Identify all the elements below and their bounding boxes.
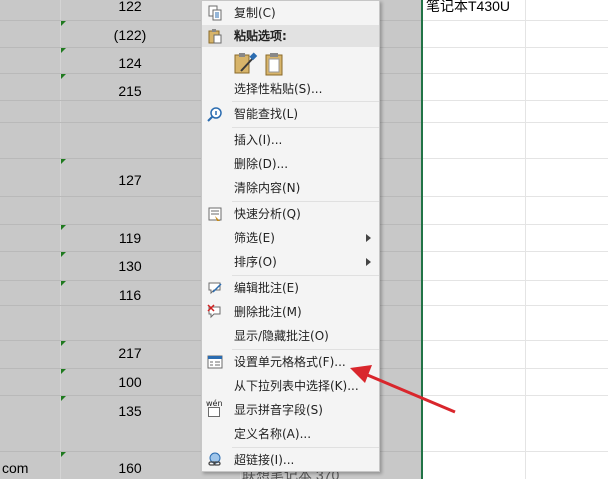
menu-label: 筛选(E) <box>234 231 275 245</box>
row-divider <box>423 196 608 197</box>
error-indicator <box>61 159 66 164</box>
format-cells-icon <box>207 355 223 369</box>
menu-label: 清除内容(N) <box>234 181 301 195</box>
menu-label: 复制(C) <box>234 6 276 20</box>
menu-item-show-phonetic[interactable]: wén 显示拼音字段(S) <box>202 398 379 422</box>
row-divider <box>423 280 608 281</box>
submenu-arrow-icon <box>366 234 371 242</box>
menu-item-filter[interactable]: 筛选(E) <box>202 226 379 250</box>
smart-lookup-icon <box>207 107 222 122</box>
row-divider <box>423 451 608 452</box>
menu-label: 从下拉列表中选择(K)... <box>234 379 359 393</box>
row-divider <box>423 73 608 74</box>
paste-options-header: 粘贴选项: <box>202 25 379 47</box>
row-divider <box>423 305 608 306</box>
row-divider <box>423 47 608 48</box>
cell-text[interactable]: com <box>2 459 28 477</box>
row-divider <box>423 100 608 101</box>
cell-value[interactable]: 122 <box>60 0 200 15</box>
row-divider <box>423 251 608 252</box>
menu-label: 插入(I)... <box>234 133 283 147</box>
row-divider <box>423 395 608 396</box>
menu-label: 快速分析(Q) <box>234 207 301 221</box>
hyperlink-icon <box>208 452 221 466</box>
copy-icon <box>208 5 222 21</box>
edit-comment-icon <box>208 282 222 295</box>
menu-item-define-name[interactable]: 定义名称(A)... <box>202 422 379 446</box>
menu-item-delete-comment[interactable]: 删除批注(M) <box>202 300 379 324</box>
menu-label: 超链接(I)... <box>234 453 295 467</box>
phonetic-icon-box <box>208 407 220 417</box>
menu-item-copy[interactable]: 复制(C) <box>202 1 379 25</box>
menu-item-show-hide-comments[interactable]: 显示/隐藏批注(O) <box>202 324 379 348</box>
column-divider <box>525 0 526 479</box>
menu-label: 删除(D)... <box>234 157 289 171</box>
cell-value[interactable]: 217 <box>60 344 200 362</box>
paste-formatting-icon[interactable] <box>232 51 258 77</box>
cell-value[interactable]: 215 <box>60 82 200 100</box>
cell-value[interactable]: 127 <box>60 171 200 189</box>
paste-option-buttons <box>232 51 292 77</box>
menu-item-insert[interactable]: 插入(I)... <box>202 128 379 152</box>
menu-label: 编辑批注(E) <box>234 281 299 295</box>
submenu-arrow-icon <box>366 258 371 266</box>
cell-value[interactable]: 160 <box>60 459 200 477</box>
menu-item-delete[interactable]: 删除(D)... <box>202 152 379 176</box>
menu-label: 显示拼音字段(S) <box>234 403 323 417</box>
menu-label: 排序(O) <box>234 255 277 269</box>
cell-value[interactable]: 116 <box>60 286 200 304</box>
row-divider <box>423 158 608 159</box>
unselected-column[interactable] <box>423 0 608 479</box>
delete-comment-icon <box>207 304 221 319</box>
menu-item-sort[interactable]: 排序(O) <box>202 250 379 274</box>
menu-label: 设置单元格格式(F)... <box>234 355 346 369</box>
cell-value[interactable]: 119 <box>60 229 200 247</box>
selection-border <box>421 0 423 479</box>
cell-value[interactable]: (122) <box>60 26 200 44</box>
paste-icon[interactable] <box>262 51 288 77</box>
clipboard-icon <box>208 29 222 44</box>
menu-label: 显示/隐藏批注(O) <box>234 329 329 343</box>
menu-item-smart-lookup[interactable]: 智能查找(L) <box>202 102 379 126</box>
menu-label: 粘贴选项: <box>234 29 287 43</box>
menu-label: 删除批注(M) <box>234 305 302 319</box>
row-divider <box>423 368 608 369</box>
error-indicator <box>61 48 66 53</box>
menu-item-format-cells[interactable]: 设置单元格格式(F)... <box>202 350 379 374</box>
cell-value[interactable]: 130 <box>60 257 200 275</box>
cell-value[interactable]: 135 <box>60 402 200 420</box>
menu-item-clear-contents[interactable]: 清除内容(N) <box>202 176 379 200</box>
cell-value[interactable]: 124 <box>60 54 200 72</box>
quick-analysis-icon <box>208 207 222 221</box>
menu-label: 选择性粘贴(S)... <box>234 82 323 96</box>
error-indicator <box>61 74 66 79</box>
menu-label: 定义名称(A)... <box>234 427 312 441</box>
context-menu: 复制(C) 粘贴选项: 选择性粘贴(S)... 智能查找(L) 插入(I)...… <box>201 0 380 472</box>
row-divider <box>423 224 608 225</box>
menu-item-paste-special[interactable]: 选择性粘贴(S)... <box>202 77 379 101</box>
row-divider <box>423 340 608 341</box>
menu-item-edit-comment[interactable]: 编辑批注(E) <box>202 276 379 300</box>
menu-item-pick-from-list[interactable]: 从下拉列表中选择(K)... <box>202 374 379 398</box>
row-divider <box>423 20 608 21</box>
menu-label: 智能查找(L) <box>234 107 299 121</box>
menu-item-quick-analysis[interactable]: 快速分析(Q) <box>202 202 379 226</box>
cell-text[interactable]: 笔记本T430U <box>426 0 510 15</box>
cell-value[interactable]: 100 <box>60 373 200 391</box>
error-indicator <box>61 452 66 457</box>
menu-item-hyperlink[interactable]: 超链接(I)... <box>202 448 379 472</box>
row-divider <box>423 122 608 123</box>
error-indicator <box>61 396 66 401</box>
